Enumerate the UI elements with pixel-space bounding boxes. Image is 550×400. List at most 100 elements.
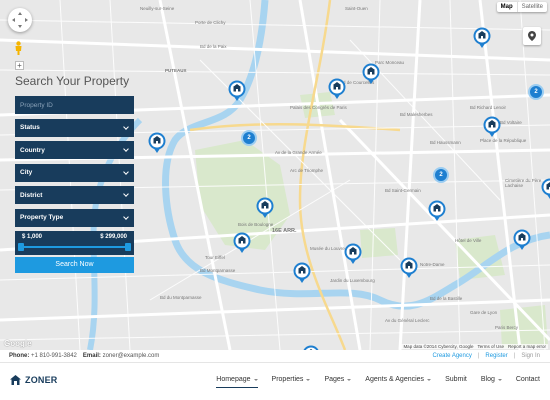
caret-down-icon xyxy=(497,379,502,381)
nav-item-label: Homepage xyxy=(216,376,251,383)
property-marker[interactable] xyxy=(428,200,446,222)
search-now-button[interactable]: Search Now xyxy=(15,257,134,273)
map-label: 16E ARR. xyxy=(272,228,297,234)
property-marker[interactable] xyxy=(513,229,531,251)
map-label: Musée du Louvre xyxy=(310,246,345,251)
property-marker[interactable] xyxy=(256,197,274,219)
phone-label: Phone: xyxy=(9,353,30,359)
terms-of-use-link[interactable]: Terms of Use xyxy=(477,344,504,349)
price-min-handle[interactable] xyxy=(18,243,24,251)
city-select[interactable]: City xyxy=(15,163,134,182)
nav-item-submit[interactable]: Submit xyxy=(445,376,467,383)
property-marker[interactable] xyxy=(233,232,251,254)
district-select[interactable]: District xyxy=(15,186,134,204)
marker-cluster[interactable]: 2 xyxy=(241,130,257,146)
house-icon xyxy=(228,80,246,101)
report-map-error-link[interactable]: Report a map error xyxy=(508,344,546,349)
nav-item-label: Submit xyxy=(445,376,467,383)
villa-icon xyxy=(362,63,380,84)
property-marker[interactable] xyxy=(473,27,491,49)
building-icon xyxy=(344,243,362,264)
property-marker[interactable] xyxy=(344,243,362,265)
map-type-toggle: Map Satellite xyxy=(496,2,547,12)
caret-down-icon xyxy=(306,379,311,381)
zoom-in-button[interactable]: + xyxy=(15,61,24,70)
property-map[interactable]: PUTEAUX Bd de la Paix Neuilly-sur-Seine … xyxy=(0,0,550,350)
nav-item-homepage[interactable]: Homepage xyxy=(216,376,258,388)
pan-control[interactable] xyxy=(8,8,32,32)
email-address[interactable]: zoner@example.com xyxy=(103,353,160,359)
property-marker[interactable] xyxy=(400,257,418,279)
email-info: Email: zoner@example.com xyxy=(83,353,159,359)
property-type-select[interactable]: Property Type xyxy=(15,208,134,227)
map-data-credit: Map data ©2014 Cybercity, Google xyxy=(403,344,474,349)
nav-item-agents-agencies[interactable]: Agents & Agencies xyxy=(365,376,432,383)
city-label: City xyxy=(20,169,33,176)
caret-down-icon xyxy=(347,379,352,381)
logo-text: ZONER xyxy=(25,375,58,385)
contact-bar: Phone: +1 810-991-3842 Email: zoner@exam… xyxy=(0,350,550,363)
map-label: Hôtel de Ville xyxy=(455,238,482,243)
nav-item-properties[interactable]: Properties xyxy=(272,376,311,383)
locate-me-button[interactable] xyxy=(523,27,541,45)
map-label: Arc de Triomphe xyxy=(290,168,324,173)
building-icon xyxy=(541,178,550,199)
price-slider-track[interactable] xyxy=(21,246,128,248)
register-link[interactable]: Register xyxy=(485,353,507,359)
map-view-button[interactable]: Map xyxy=(497,2,517,12)
map-label: Palais des Congrès de Paris xyxy=(290,105,347,110)
country-select[interactable]: Country xyxy=(15,141,134,159)
street-view-pegman-icon[interactable] xyxy=(14,41,23,55)
status-label: Status xyxy=(20,124,40,131)
nav-item-label: Properties xyxy=(271,376,304,383)
apartment-icon xyxy=(513,229,531,250)
nav-item-contact[interactable]: Contact xyxy=(516,376,540,383)
status-select[interactable]: Status xyxy=(15,118,134,137)
map-label: Neuilly-sur-Seine xyxy=(140,6,175,11)
property-marker[interactable] xyxy=(541,178,550,200)
create-agency-link[interactable]: Create Agency xyxy=(432,353,471,359)
satellite-view-button[interactable]: Satellite xyxy=(516,2,547,12)
building-icon xyxy=(148,132,166,153)
main-menu: Homepage Properties Pages Agents & Agencies… xyxy=(216,376,540,388)
nav-item-label: Pages xyxy=(324,376,345,383)
email-label: Email: xyxy=(82,353,101,359)
map-label: Bd Richard Lenoir xyxy=(470,105,507,110)
property-marker[interactable] xyxy=(228,80,246,102)
nav-item-label: Agents & Agencies xyxy=(365,376,425,383)
property-id-input[interactable]: Property ID xyxy=(15,96,134,114)
phone-number: +1 810-991-3842 xyxy=(31,353,77,359)
villa-icon xyxy=(428,200,446,221)
apartment-icon xyxy=(328,78,346,99)
price-max-handle[interactable] xyxy=(125,243,131,251)
property-type-label: Property Type xyxy=(20,214,64,221)
map-label: Place de la République xyxy=(480,138,527,143)
map-label: Paris Bercy xyxy=(495,325,519,330)
sign-in-link[interactable]: Sign In xyxy=(521,353,540,359)
marker-cluster[interactable]: 2 xyxy=(433,167,449,183)
marker-cluster[interactable]: 2 xyxy=(528,84,544,100)
country-label: Country xyxy=(20,146,45,154)
caret-down-icon xyxy=(427,379,432,381)
map-label: Bd Voltaire xyxy=(500,120,522,125)
map-label: Bd du Montparnasse xyxy=(160,295,202,300)
map-label: Tour Eiffel xyxy=(205,255,225,260)
nav-item-blog[interactable]: Blog xyxy=(481,376,502,383)
site-logo[interactable]: ZONER xyxy=(10,375,58,385)
nav-item-pages[interactable]: Pages xyxy=(324,376,352,383)
location-pin-icon xyxy=(528,31,536,41)
map-label: Saint-Ouen xyxy=(345,6,368,11)
property-marker[interactable] xyxy=(293,262,311,284)
pan-arrows-icon xyxy=(12,12,28,28)
property-marker[interactable] xyxy=(328,78,346,100)
caret-down-icon xyxy=(253,379,258,381)
google-logo: Google xyxy=(4,339,32,348)
district-label: District xyxy=(20,191,43,199)
price-range-slider: $ 1,000 $ 299,000 xyxy=(15,231,134,255)
price-min-value: $ 1,000 xyxy=(22,234,43,240)
property-marker[interactable] xyxy=(483,116,501,138)
property-marker[interactable] xyxy=(362,63,380,85)
map-label: Bd Malesherbes xyxy=(400,112,433,117)
map-label: Bois de Boulogne xyxy=(238,222,274,227)
property-marker[interactable] xyxy=(148,132,166,154)
